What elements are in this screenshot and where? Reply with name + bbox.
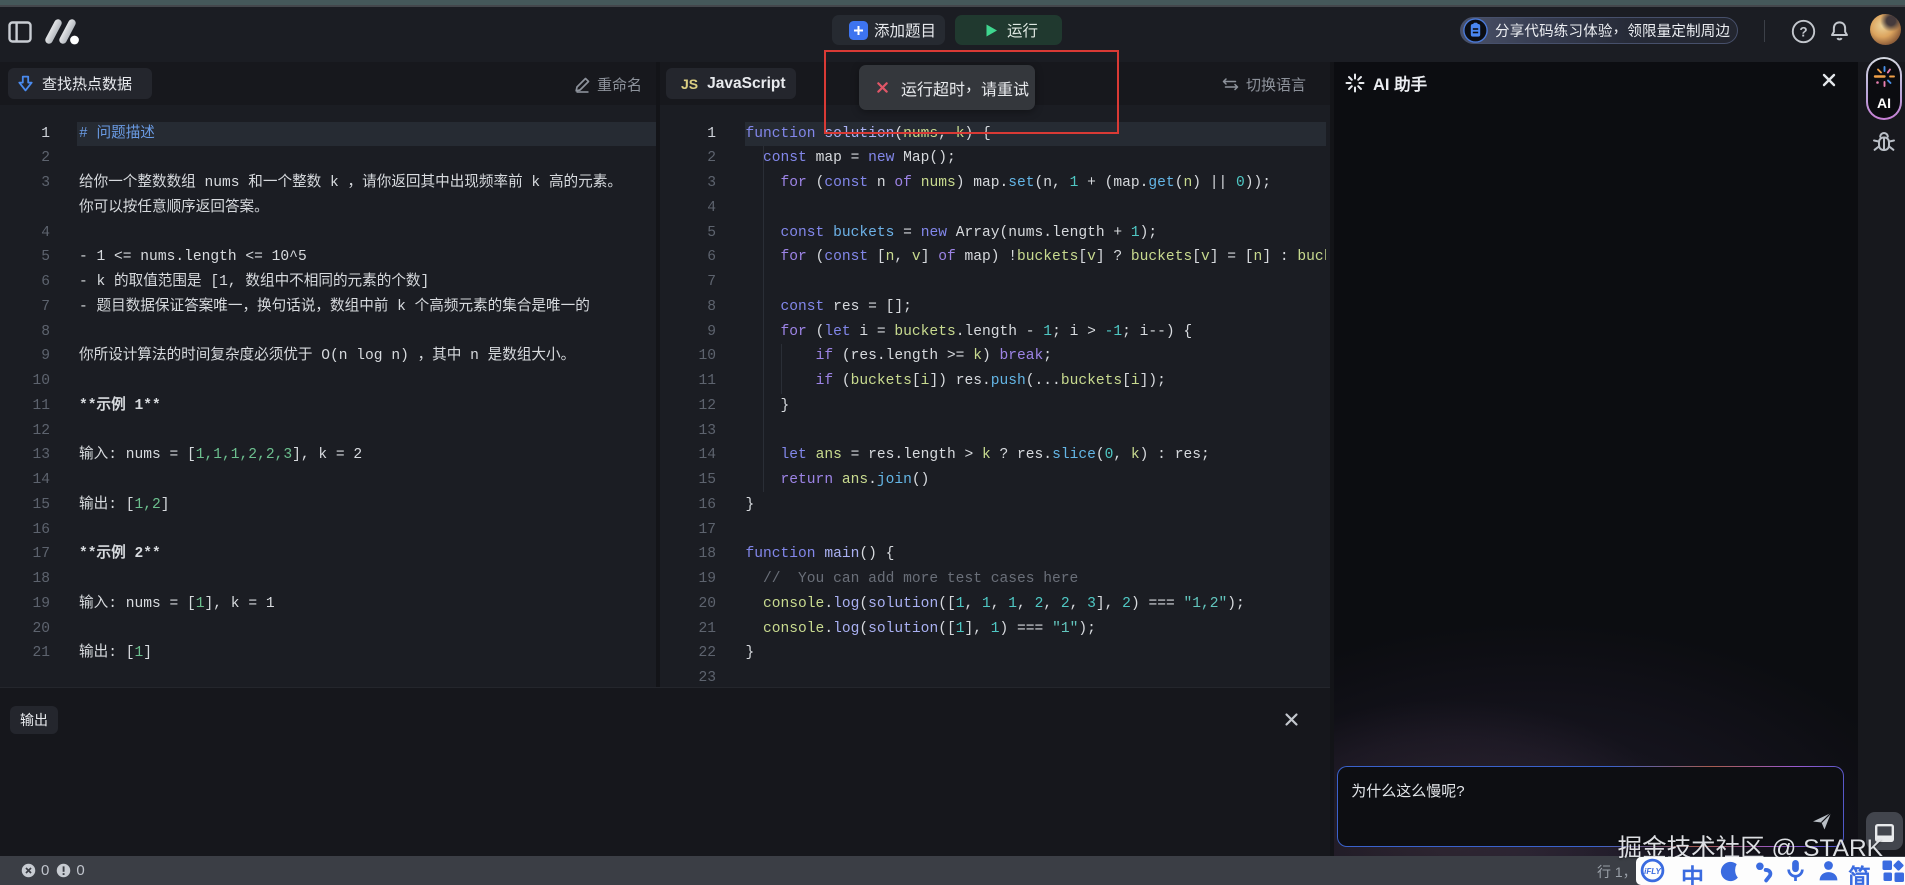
svg-text:iFLY: iFLY — [1644, 867, 1661, 876]
svg-text:?: ? — [1799, 24, 1807, 39]
